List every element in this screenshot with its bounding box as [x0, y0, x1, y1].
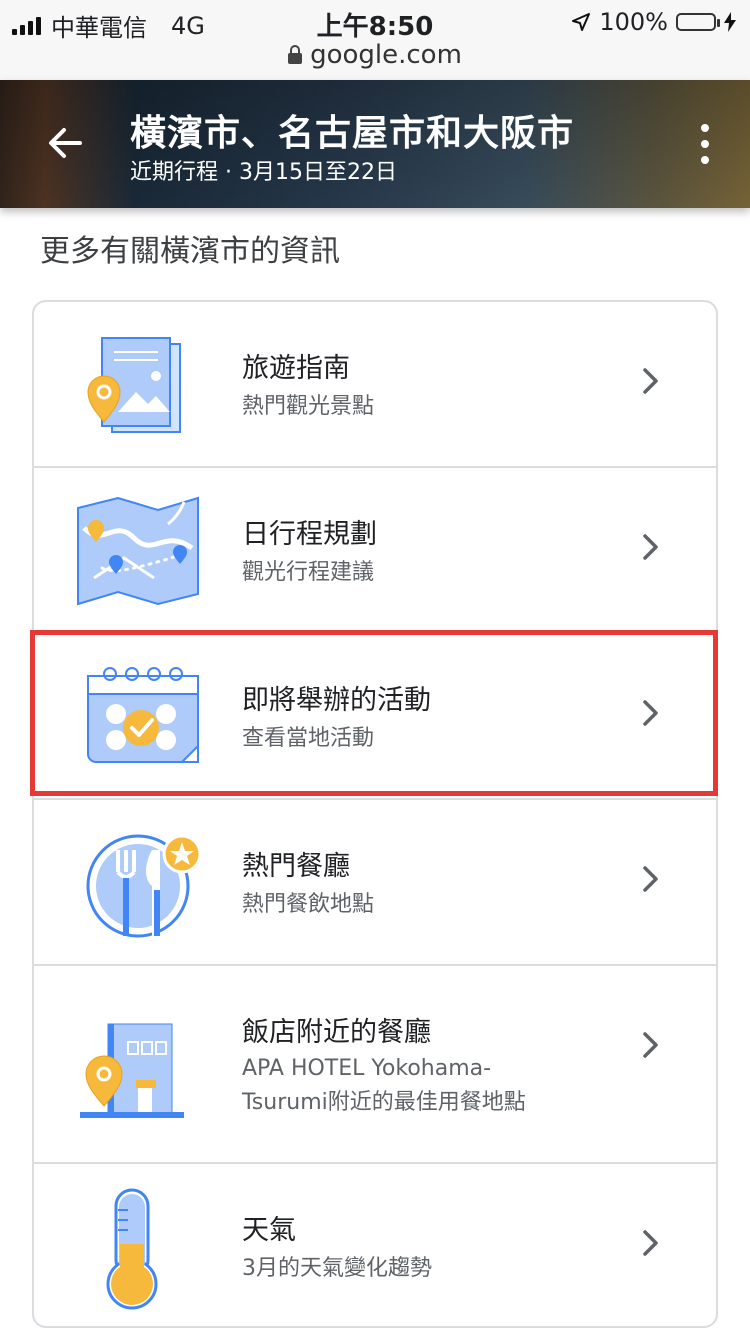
status-bar: 中華電信 4G 上午8:50 100% google.com [0, 0, 750, 80]
item-title: 天氣 [242, 1215, 296, 1246]
hotel-icon [80, 1023, 184, 1118]
item-subtitle: 熱門餐飲地點 [242, 892, 375, 917]
battery-icon [676, 13, 720, 31]
map-icon [77, 496, 199, 606]
page-title: 橫濱市、名古屋市和大阪市 [130, 113, 575, 154]
item-subtitle: 熱門觀光景點 [242, 394, 375, 419]
chevron-right-icon [643, 1032, 658, 1058]
list-item-weather[interactable]: 天氣 3月的天氣變化趨勢 [34, 1164, 716, 1330]
charging-bolt-icon [724, 12, 736, 32]
thermometer-icon [106, 1188, 158, 1310]
page-subtitle: 近期行程 · 3月15日至22日 [130, 160, 397, 185]
item-subtitle: 觀光行程建議 [242, 560, 375, 585]
lock-icon [288, 44, 303, 64]
item-subtitle: 3月的天氣變化趨勢 [242, 1256, 432, 1281]
address-bar[interactable]: google.com [0, 40, 750, 70]
info-card: 旅遊指南 熱門觀光景點 日行程規劃 觀光行程建議 即將舉辦的活動 查看當地活動 … [32, 300, 718, 1328]
section-title: 更多有關橫濱市的資訊 [40, 234, 340, 269]
chevron-right-icon [643, 866, 658, 892]
location-arrow-icon [572, 13, 591, 31]
arrow-left-icon[interactable] [40, 118, 90, 168]
battery-percent: 100% [599, 8, 668, 36]
item-title: 旅遊指南 [242, 353, 350, 384]
url-text: google.com [310, 40, 462, 70]
list-item-popular-restaurants[interactable]: 熱門餐廳 熱門餐飲地點 [34, 800, 716, 966]
status-right: 100% [571, 8, 736, 36]
item-subtitle-line2: Tsurumi附近的最佳用餐地點 [242, 1090, 526, 1115]
restaurant-icon [86, 834, 202, 938]
chevron-right-icon [643, 1230, 658, 1256]
list-item-travel-guide[interactable]: 旅遊指南 熱門觀光景點 [34, 302, 716, 468]
trip-header: 橫濱市、名古屋市和大阪市 近期行程 · 3月15日至22日 [0, 80, 750, 208]
item-title: 日行程規劃 [242, 519, 377, 550]
chevron-right-icon [643, 534, 658, 560]
more-vert-icon[interactable] [700, 124, 710, 164]
list-item-restaurants-near-hotel[interactable]: 飯店附近的餐廳 APA HOTEL Yokohama- Tsurumi附近的最佳… [34, 966, 716, 1164]
item-subtitle-line1: APA HOTEL Yokohama- [242, 1056, 492, 1081]
list-item-day-plan[interactable]: 日行程規劃 觀光行程建議 [34, 468, 716, 634]
item-title: 熱門餐廳 [242, 851, 350, 882]
chevron-right-icon [643, 368, 658, 394]
item-title: 飯店附近的餐廳 [242, 1017, 431, 1048]
highlight-box [30, 630, 718, 796]
travel-guide-icon [87, 337, 181, 433]
